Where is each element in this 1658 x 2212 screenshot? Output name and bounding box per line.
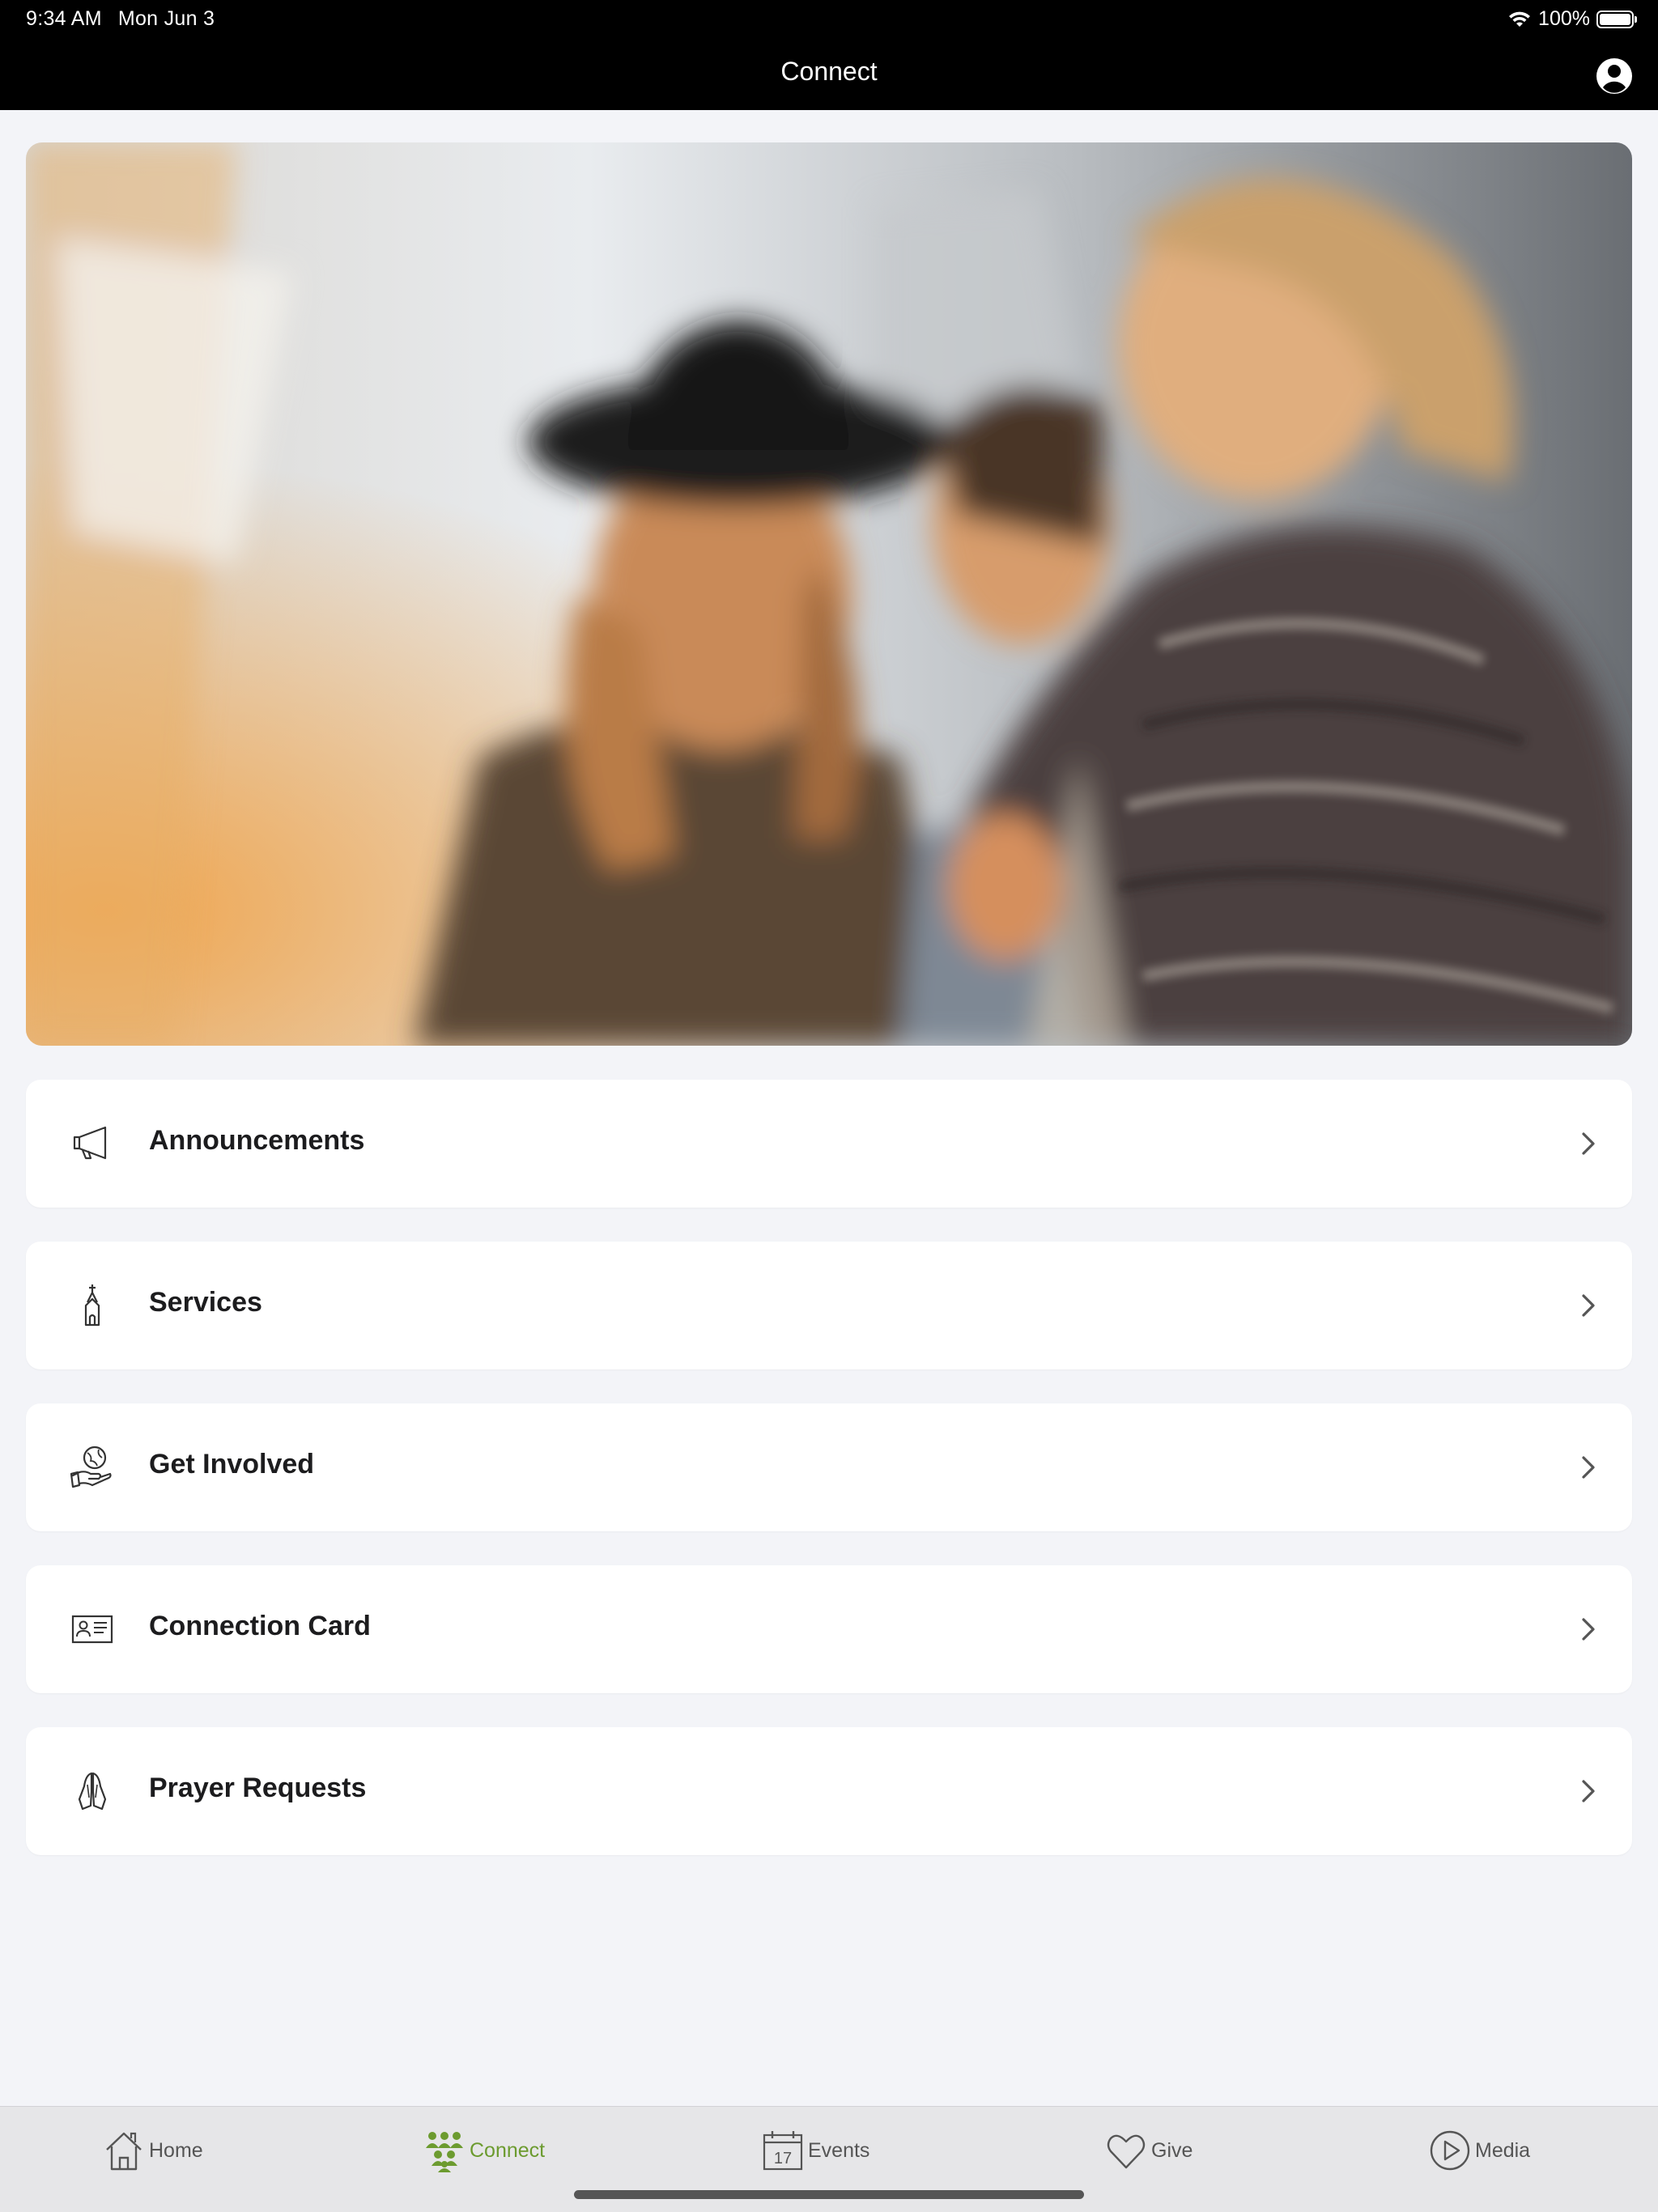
- tab-label: Events: [808, 2138, 870, 2162]
- heart-icon: [1107, 2134, 1146, 2169]
- tab-home[interactable]: Home: [102, 2128, 203, 2173]
- chevron-right-icon: [1582, 1132, 1595, 1155]
- tab-label: Connect: [470, 2138, 546, 2162]
- menu-item-label: Services: [149, 1287, 262, 1318]
- tab-label: Home: [149, 2138, 203, 2162]
- status-right: 100%: [1507, 7, 1637, 31]
- hand-globe-icon: [70, 1446, 112, 1488]
- praying-hands-icon: [78, 1772, 107, 1811]
- menu-item-get-involved[interactable]: Get Involved: [26, 1403, 1632, 1531]
- group-photo-illustration: [26, 142, 1632, 1046]
- id-card-icon: [71, 1615, 113, 1644]
- people-icon: [426, 2132, 463, 2172]
- hero-image: [26, 142, 1632, 1046]
- menu-item-prayer-requests[interactable]: Prayer Requests: [26, 1727, 1632, 1855]
- tab-connect[interactable]: Connect: [423, 2128, 545, 2173]
- chevron-right-icon: [1582, 1456, 1595, 1479]
- status-bar: 9:34 AM Mon Jun 3 100%: [0, 0, 1658, 39]
- calendar-icon: 17: [763, 2131, 803, 2171]
- navigation-bar: Connect: [0, 39, 1658, 110]
- play-circle-icon: [1430, 2130, 1470, 2171]
- battery-fill: [1600, 13, 1630, 25]
- battery-icon: [1596, 10, 1637, 28]
- chevron-right-icon: [1582, 1780, 1595, 1802]
- tab-media[interactable]: Media: [1428, 2128, 1530, 2173]
- church-icon: [84, 1284, 100, 1327]
- menu-item-label: Prayer Requests: [149, 1773, 367, 1803]
- house-icon: [106, 2132, 142, 2171]
- status-time: 9:34 AM: [26, 7, 102, 30]
- menu-item-label: Get Involved: [149, 1449, 315, 1480]
- chevron-right-icon: [1582, 1618, 1595, 1641]
- megaphone-icon: [73, 1126, 107, 1160]
- status-date: Mon Jun 3: [117, 7, 215, 30]
- menu-item-label: Announcements: [149, 1125, 365, 1156]
- chevron-right-icon: [1582, 1294, 1595, 1317]
- calendar-day: 17: [774, 2150, 792, 2167]
- menu-item-announcements[interactable]: Announcements: [26, 1080, 1632, 1208]
- home-indicator: [574, 2190, 1084, 2199]
- menu-item-connection-card[interactable]: Connection Card: [26, 1565, 1632, 1693]
- wifi-icon: [1509, 11, 1531, 27]
- menu-item-label: Connection Card: [149, 1611, 371, 1641]
- status-left: 9:34 AM Mon Jun 3: [26, 7, 215, 31]
- tab-events[interactable]: 17 Events: [761, 2128, 869, 2173]
- tab-label: Give: [1151, 2138, 1193, 2162]
- tab-give[interactable]: Give: [1104, 2128, 1192, 2173]
- tab-label: Media: [1475, 2138, 1531, 2162]
- page-title: Connect: [780, 57, 878, 86]
- battery-percent: 100%: [1538, 7, 1590, 30]
- menu-item-services[interactable]: Services: [26, 1242, 1632, 1369]
- profile-icon[interactable]: [1595, 57, 1634, 96]
